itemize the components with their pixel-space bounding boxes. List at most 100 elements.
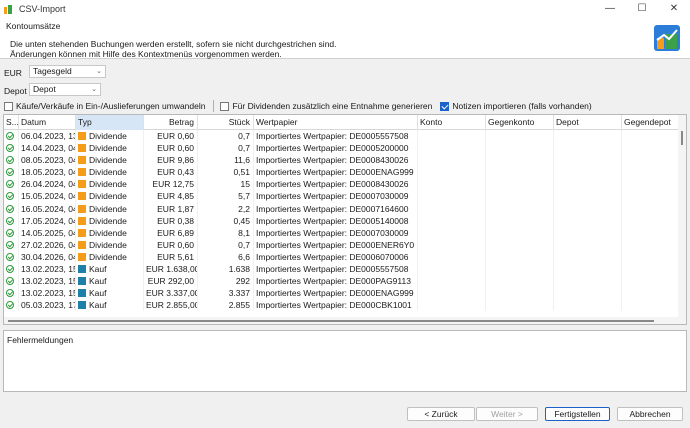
type-label: Dividende	[89, 167, 127, 178]
column-header[interactable]: Gegendepot	[622, 115, 680, 130]
offset-account-cell	[486, 142, 554, 155]
offset-account-cell	[486, 202, 554, 215]
checkbox-box[interactable]	[4, 101, 13, 111]
depot-cell	[554, 299, 622, 312]
table-row[interactable]: 14.04.2023, 04 Dividende EUR 0,60 0,7 Import…	[4, 142, 680, 155]
table-row[interactable]: 13.02.2023, 15 Kauf EUR 292,00 292 Importier…	[4, 275, 680, 288]
table-row[interactable]: 30.04.2026, 04 Dividende EUR 5,61 6,6 Import…	[4, 250, 680, 264]
offset-depot-cell	[622, 299, 680, 312]
date-cell: 08.05.2023, 04	[21, 154, 76, 167]
column-header[interactable]: Depot	[554, 115, 622, 130]
type-cell: Dividende	[76, 250, 144, 264]
shares-cell: 11,6	[198, 154, 254, 167]
checkbox-box-checked[interactable]	[440, 101, 450, 111]
depot-select-value: Depot	[33, 84, 56, 94]
table-row[interactable]: 08.05.2023, 04 Dividende EUR 9,86 11,6 Impor…	[4, 154, 680, 167]
table-row[interactable]: 17.05.2024, 04 Dividende EUR 0,38 0,45 Impor…	[4, 214, 680, 227]
depot-cell	[554, 226, 622, 239]
column-header[interactable]: Stück	[198, 115, 254, 130]
date-cell: 27.02.2026, 04	[21, 238, 76, 251]
security-cell: Importiertes Wertpapier: DE0005140008	[254, 214, 418, 227]
options-bar: Käufe/Verkäufe in Ein-/Auslieferungen um…	[4, 100, 600, 112]
import-notes-checkbox[interactable]: Notizen importieren (falls vorhanden)	[440, 101, 592, 111]
column-header[interactable]: Typ	[76, 115, 144, 130]
table-row[interactable]: 14.05.2025, 04 Dividende EUR 6,89 8,1 Import…	[4, 226, 680, 239]
offset-account-cell	[486, 166, 554, 179]
table-row[interactable]: 16.05.2024, 04 Dividende EUR 1,87 2,2 Import…	[4, 202, 680, 215]
back-button[interactable]: < Zurück	[407, 407, 475, 421]
table-header: S... Datum Typ Betrag Stück Wertpapier Konto Ge…	[4, 115, 680, 130]
table-row[interactable]: 26.04.2024, 04 Dividende EUR 12,75 15 Import…	[4, 178, 680, 191]
security-cell: Importiertes Wertpapier: DE0007164600	[254, 202, 418, 215]
depot-cell	[554, 130, 622, 143]
convert-transfers-checkbox[interactable]: Käufe/Verkäufe in Ein-/Auslieferungen um…	[4, 101, 205, 111]
column-header[interactable]: Konto	[418, 115, 486, 130]
account-cell	[418, 202, 486, 215]
type-cell: Dividende	[76, 214, 144, 227]
dividend-icon	[78, 204, 86, 213]
table-row[interactable]: 18.05.2023, 04 Dividende EUR 0,43 0,51 Impor…	[4, 166, 680, 179]
amount-cell: EUR 9,86	[144, 154, 198, 167]
depot-cell	[554, 154, 622, 167]
type-cell: Kauf	[76, 299, 144, 312]
column-header[interactable]: Wertpapier	[254, 115, 418, 130]
check-circle-icon	[6, 192, 14, 201]
table-row[interactable]: 06.04.2023, 13 Dividende EUR 0,60 0,7 Import…	[4, 130, 680, 143]
date-cell: 14.05.2025, 04	[21, 226, 76, 239]
table-row[interactable]: 15.05.2024, 04 Dividende EUR 4,85 5,7 Import…	[4, 190, 680, 203]
type-label: Dividende	[89, 251, 127, 262]
next-button[interactable]: Weiter >	[476, 407, 538, 421]
column-header[interactable]: Betrag	[144, 115, 198, 130]
type-label: Dividende	[89, 191, 127, 202]
table-row[interactable]: 05.03.2023, 17 Kauf EUR 2.855,00 2.855 Impor…	[4, 299, 680, 312]
finish-button[interactable]: Fertigstellen	[545, 407, 610, 421]
type-cell: Dividende	[76, 166, 144, 179]
dividend-withdrawal-checkbox[interactable]: Für Dividenden zusätzlich eine Entnahme …	[220, 101, 432, 111]
close-button[interactable]: ✕	[658, 0, 690, 17]
amount-cell: EUR 0,60	[144, 142, 198, 155]
account-cell	[418, 190, 486, 203]
checkbox-box[interactable]	[220, 101, 230, 111]
security-cell: Importiertes Wertpapier: DE000CBK1001	[254, 299, 418, 312]
account-select[interactable]: Tagesgeld ⌄	[29, 65, 106, 78]
shares-cell: 2,2	[198, 202, 254, 215]
shares-cell: 3.337	[198, 287, 254, 300]
offset-depot-cell	[622, 178, 680, 191]
cancel-button[interactable]: Abbrechen	[617, 407, 683, 421]
title-bar: CSV-Import — ☐ ✕	[0, 0, 690, 17]
type-cell: Dividende	[76, 178, 144, 191]
check-circle-icon	[6, 301, 14, 310]
table-row[interactable]: 13.02.2023, 15 Kauf EUR 3.337,00 3.337 Impor…	[4, 287, 680, 300]
security-cell: Importiertes Wertpapier: DE0007030009	[254, 226, 418, 239]
type-label: Dividende	[89, 155, 127, 166]
offset-depot-cell	[622, 190, 680, 203]
account-cell	[418, 250, 486, 264]
amount-cell: EUR 0,60	[144, 130, 198, 143]
scrollbar-thumb[interactable]	[8, 320, 654, 322]
offset-depot-cell	[622, 238, 680, 251]
dividend-icon	[78, 240, 86, 249]
offset-depot-cell	[622, 130, 680, 143]
table-row[interactable]: 27.02.2026, 04 Dividende EUR 0,60 0,7 Import…	[4, 238, 680, 251]
convert-transfers-label: Käufe/Verkäufe in Ein-/Auslieferungen um…	[16, 101, 206, 111]
status-cell	[4, 130, 19, 143]
scrollbar-thumb[interactable]	[681, 131, 683, 145]
maximize-button[interactable]: ☐	[626, 0, 658, 17]
horizontal-scrollbar[interactable]	[4, 317, 680, 324]
column-header[interactable]: S...	[4, 115, 19, 130]
depot-select[interactable]: Depot ⌄	[29, 83, 101, 96]
dividend-icon	[78, 180, 86, 189]
type-label: Dividende	[89, 239, 127, 250]
column-header[interactable]: Datum	[19, 115, 76, 130]
status-cell	[4, 250, 19, 264]
type-label: Dividende	[89, 215, 127, 226]
dividend-icon	[78, 168, 86, 177]
column-header[interactable]: Gegenkonto	[486, 115, 554, 130]
account-cell	[418, 214, 486, 227]
table-row[interactable]: 13.02.2023, 15 Kauf EUR 1.638,00 1.638 Impor…	[4, 263, 680, 276]
vertical-scrollbar[interactable]	[678, 115, 686, 324]
buy-icon	[78, 277, 86, 286]
date-cell: 18.05.2023, 04	[21, 166, 76, 179]
security-cell: Importiertes Wertpapier: DE000PAG9113	[254, 275, 418, 288]
minimize-button[interactable]: —	[594, 0, 626, 17]
